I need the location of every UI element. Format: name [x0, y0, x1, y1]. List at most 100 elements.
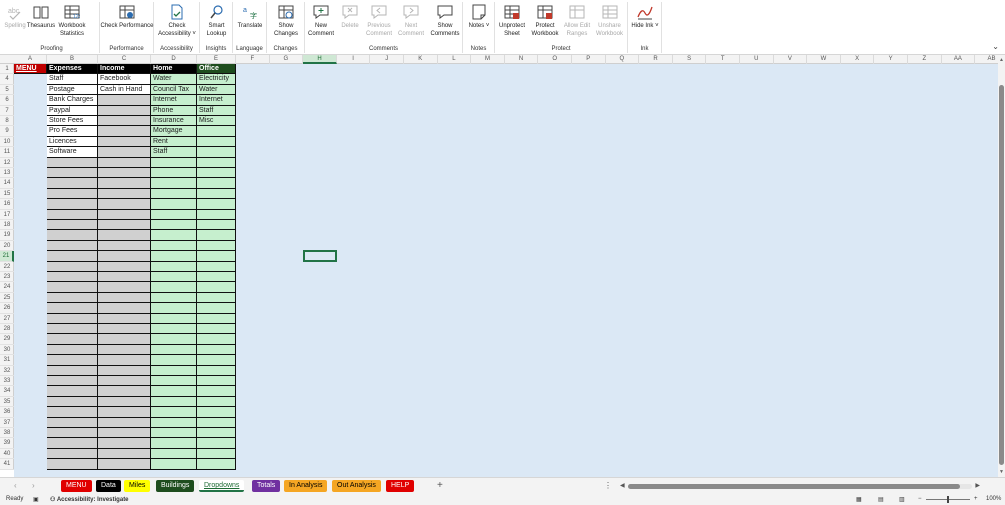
- cell-a30[interactable]: [14, 344, 47, 356]
- cell-b30[interactable]: [47, 344, 98, 356]
- sheet-tab-totals[interactable]: Totals: [252, 480, 281, 492]
- cell-b23[interactable]: [47, 272, 98, 283]
- cell-a39[interactable]: [14, 438, 47, 449]
- column-header-a[interactable]: A: [14, 55, 47, 64]
- row-header-24[interactable]: 24: [0, 282, 14, 293]
- cell-e29[interactable]: [197, 334, 236, 345]
- cell-e9[interactable]: [197, 126, 236, 137]
- cell-e8[interactable]: Misc: [197, 116, 236, 127]
- cell-a15[interactable]: [14, 188, 47, 200]
- cell-a27[interactable]: [14, 313, 47, 324]
- cell-c5[interactable]: Cash in Hand: [98, 84, 151, 96]
- cell-e25[interactable]: [197, 292, 236, 304]
- cell-d11[interactable]: Staff: [151, 147, 197, 158]
- cell-c8[interactable]: [98, 116, 151, 127]
- cell-b11[interactable]: Software: [47, 147, 98, 158]
- row-header-28[interactable]: 28: [0, 324, 14, 335]
- cell-b29[interactable]: [47, 334, 98, 345]
- cell-b24[interactable]: [47, 282, 98, 293]
- row-header-16[interactable]: 16: [0, 199, 14, 210]
- cell-b19[interactable]: [47, 230, 98, 241]
- cell-e20[interactable]: [197, 240, 236, 252]
- cell-d1[interactable]: Home: [151, 64, 197, 75]
- column-header-ab[interactable]: AB: [975, 55, 998, 64]
- page-break-view-icon[interactable]: ▥: [899, 496, 905, 503]
- cell-e32[interactable]: [197, 365, 236, 376]
- cell-b18[interactable]: [47, 220, 98, 231]
- accessibility-status[interactable]: ⚇ Accessibility: Investigate: [50, 496, 129, 503]
- cell-a34[interactable]: [14, 386, 47, 397]
- cell-e21[interactable]: [197, 251, 236, 262]
- cell-b32[interactable]: [47, 365, 98, 376]
- cell-d17[interactable]: [151, 209, 197, 220]
- cell-a13[interactable]: [14, 168, 47, 179]
- scroll-down-icon[interactable]: ▼: [998, 469, 1005, 475]
- cell-c15[interactable]: [98, 188, 151, 200]
- cell-b14[interactable]: [47, 178, 98, 189]
- row-header-11[interactable]: 11: [0, 147, 14, 158]
- row-header-6[interactable]: 6: [0, 95, 14, 106]
- cell-c4[interactable]: Facebook: [98, 74, 151, 85]
- cell-d35[interactable]: [151, 396, 197, 408]
- cell-a11[interactable]: [14, 147, 47, 158]
- cell-e35[interactable]: [197, 396, 236, 408]
- cell-a25[interactable]: [14, 292, 47, 304]
- cell-e27[interactable]: [197, 313, 236, 324]
- cell-b28[interactable]: [47, 324, 98, 335]
- column-header-c[interactable]: C: [98, 55, 151, 64]
- collapse-ribbon-icon[interactable]: ⌄: [992, 42, 999, 51]
- cell-d38[interactable]: [151, 428, 197, 439]
- column-header-aa[interactable]: AA: [942, 55, 976, 64]
- more-options-icon[interactable]: ⋮: [604, 481, 612, 490]
- cell-c38[interactable]: [98, 428, 151, 439]
- vertical-scroll-thumb[interactable]: [999, 85, 1004, 465]
- cell-a5[interactable]: [14, 84, 47, 96]
- cell-d18[interactable]: [151, 220, 197, 231]
- row-header-21[interactable]: 21: [0, 251, 14, 262]
- column-header-v[interactable]: V: [774, 55, 808, 64]
- row-header-13[interactable]: 13: [0, 168, 14, 179]
- cell-b39[interactable]: [47, 438, 98, 449]
- cell-b36[interactable]: [47, 407, 98, 418]
- cell-d19[interactable]: [151, 230, 197, 241]
- check-performance-button[interactable]: Check Performance: [100, 4, 154, 30]
- menu-link-cell[interactable]: MENU: [14, 64, 47, 75]
- sheet-tab-menu[interactable]: MENU: [61, 480, 92, 492]
- cell-d26[interactable]: [151, 303, 197, 314]
- cell-e26[interactable]: [197, 303, 236, 314]
- cell-a7[interactable]: [14, 105, 47, 116]
- cell-b1[interactable]: Expenses: [47, 64, 98, 75]
- zoom-out-button[interactable]: −: [918, 496, 922, 502]
- row-header-36[interactable]: 36: [0, 407, 14, 418]
- cell-d40[interactable]: [151, 448, 197, 460]
- cell-b27[interactable]: [47, 313, 98, 324]
- cell-b31[interactable]: [47, 355, 98, 366]
- cell-a40[interactable]: [14, 448, 47, 460]
- scroll-left-icon[interactable]: ◀: [620, 482, 625, 489]
- row-header-1[interactable]: 1: [0, 64, 14, 75]
- cell-e15[interactable]: [197, 188, 236, 200]
- cell-a24[interactable]: [14, 282, 47, 293]
- row-header-35[interactable]: 35: [0, 397, 14, 408]
- cell-a22[interactable]: [14, 261, 47, 272]
- cell-c25[interactable]: [98, 292, 151, 304]
- column-header-q[interactable]: Q: [606, 55, 640, 64]
- cell-e23[interactable]: [197, 272, 236, 283]
- cell-d12[interactable]: [151, 157, 197, 168]
- cell-c12[interactable]: [98, 157, 151, 168]
- column-header-z[interactable]: Z: [908, 55, 942, 64]
- column-header-f[interactable]: F: [236, 55, 270, 64]
- row-header-14[interactable]: 14: [0, 178, 14, 189]
- cell-d25[interactable]: [151, 292, 197, 304]
- cell-a4[interactable]: [14, 74, 47, 85]
- row-header-17[interactable]: 17: [0, 210, 14, 220]
- cell-e11[interactable]: [197, 147, 236, 158]
- cell-e12[interactable]: [197, 157, 236, 168]
- row-header-5[interactable]: 5: [0, 85, 14, 96]
- column-header-j[interactable]: J: [370, 55, 404, 64]
- cell-e5[interactable]: Water: [197, 84, 236, 96]
- cell-e14[interactable]: [197, 178, 236, 189]
- cell-a28[interactable]: [14, 324, 47, 335]
- cell-a21[interactable]: [14, 251, 47, 262]
- cell-d15[interactable]: [151, 188, 197, 200]
